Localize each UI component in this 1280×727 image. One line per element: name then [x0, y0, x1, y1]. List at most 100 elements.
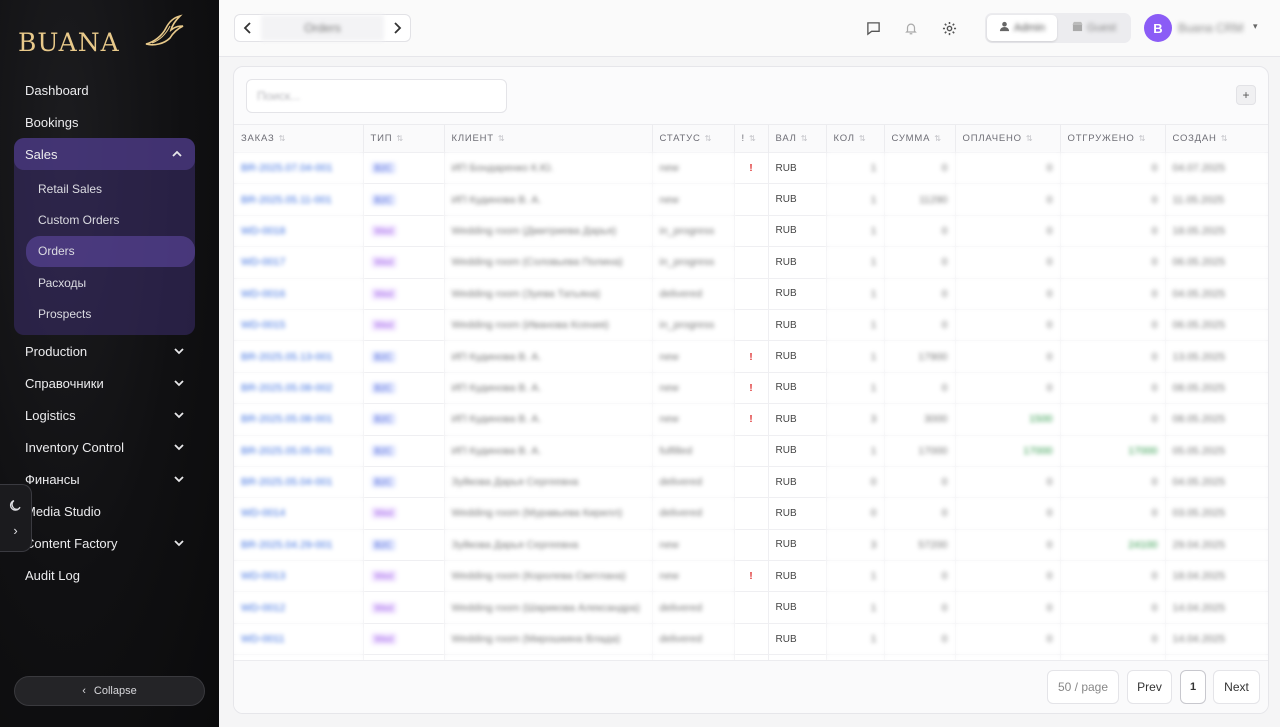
- add-order-button[interactable]: +: [1236, 85, 1256, 105]
- sidebar-subitem-orders[interactable]: Orders: [26, 235, 195, 267]
- table-row[interactable]: WD-0013 Wed Wedding room (Королева Светлан…: [234, 560, 1268, 592]
- shipped-cell: 0: [1060, 183, 1166, 216]
- table-row[interactable]: WD-0014 Wed Wedding room (Муравьева Кирилл…: [234, 497, 1268, 530]
- sidebar-item-media-studio[interactable]: Media Studio: [0, 495, 219, 527]
- table-row[interactable]: BR-2025.05.08-002 B2C ИП Кудинова В. А. new…: [234, 371, 1268, 404]
- bell-icon[interactable]: [902, 19, 920, 37]
- column-header[interactable]: ! ⇅: [734, 124, 769, 153]
- sidebar-item-финансы[interactable]: Финансы: [0, 463, 219, 495]
- order-link[interactable]: WD-0014: [234, 497, 364, 530]
- table-row[interactable]: WD-0016 Wed Wedding room (Зуева Татьяна) de…: [234, 277, 1268, 310]
- avatar[interactable]: B: [1144, 14, 1172, 42]
- currency-cell: RUB: [768, 277, 827, 310]
- sidebar-item-inventory-control[interactable]: Inventory Control: [0, 431, 219, 463]
- column-header-label: СУММА: [891, 133, 931, 144]
- type-badge: Wed: [370, 570, 397, 583]
- chevron-up-icon: [171, 148, 183, 160]
- table-row[interactable]: WD-0011 Wed Wedding room (Мирошкина Влада)…: [234, 622, 1268, 655]
- chat-icon[interactable]: [864, 19, 882, 37]
- table-row[interactable]: WD-0012 Wed Wedding room (Шарикова Алексан…: [234, 591, 1268, 624]
- column-header[interactable]: КОЛ ⇅: [826, 124, 885, 153]
- column-header[interactable]: ТИП ⇅: [363, 124, 445, 153]
- sidebar-subitem-custom-orders[interactable]: Custom Orders: [14, 204, 195, 235]
- sidebar-item-sales[interactable]: Sales: [14, 138, 195, 170]
- order-link[interactable]: BR-2025.05.13-001: [234, 340, 364, 373]
- table-row[interactable]: BR-2025.05.11-001 B2C ИП Кудинова В. А. new…: [234, 183, 1268, 216]
- sidebar-item-logistics[interactable]: Logistics: [0, 399, 219, 431]
- column-header[interactable]: КЛИЕНТ ⇅: [444, 124, 653, 153]
- current-tab-label[interactable]: Orders: [261, 15, 384, 41]
- page-number-button[interactable]: 1: [1180, 670, 1206, 704]
- prev-page-button[interactable]: Prev: [1127, 670, 1172, 704]
- column-header[interactable]: СТАТУС ⇅: [652, 124, 735, 153]
- user-name[interactable]: Buana CRM: [1178, 21, 1243, 35]
- order-link[interactable]: WD-0017: [234, 246, 364, 279]
- status-cell: delivered: [652, 622, 735, 655]
- next-page-button[interactable]: Next: [1213, 670, 1260, 704]
- column-header[interactable]: ЗАКАЗ ⇅: [234, 124, 364, 153]
- order-link[interactable]: WD-0013: [234, 560, 364, 592]
- forward-arrow-icon[interactable]: [384, 15, 410, 41]
- table-row[interactable]: BR-2025.07.04-001 B2C ИП Бондаренко К.Ю. ne…: [234, 151, 1268, 184]
- role-admin-toggle[interactable]: Admin: [987, 15, 1057, 41]
- order-link[interactable]: BR-2025.05.08-002: [234, 371, 364, 404]
- created-cell: 05.05.2025: [1165, 434, 1268, 467]
- status-cell: new: [652, 340, 735, 373]
- table-row[interactable]: WD-0017 Wed Wedding room (Соловьева Полина…: [234, 246, 1268, 279]
- sidebar-item-справочники[interactable]: Справочники: [0, 367, 219, 399]
- sidebar-item-content-factory[interactable]: Content Factory: [0, 527, 219, 559]
- sidebar-subitem-retail-sales[interactable]: Retail Sales: [14, 173, 195, 204]
- table-row[interactable]: BR-2025.05.04-001 B2C Зуйкова Дарья Сергее…: [234, 465, 1268, 498]
- order-link[interactable]: BR-2025.05.08-001: [234, 403, 364, 436]
- caret-down-icon[interactable]: ▾: [1253, 21, 1258, 32]
- order-link[interactable]: WD-0012: [234, 591, 364, 624]
- table-row[interactable]: BR-2025.05.05-001 B2C ИП Кудинова В. А. ful…: [234, 434, 1268, 467]
- sidebar-subitem-prospects[interactable]: Prospects: [14, 298, 195, 329]
- order-link[interactable]: BR-2025.07.04-001: [234, 151, 364, 184]
- per-page-select[interactable]: 50 / page: [1047, 670, 1119, 704]
- order-link[interactable]: BR-2025.05.11-001: [234, 183, 364, 216]
- column-header[interactable]: СОЗДАН ⇅: [1165, 124, 1268, 153]
- order-link[interactable]: BR-2025.05.04-001: [234, 465, 364, 498]
- role-guest-toggle[interactable]: Guest: [1059, 15, 1129, 41]
- paid-cell: 0: [955, 622, 1061, 655]
- orders-table-wrap[interactable]: ЗАКАЗ ⇅ ТИП ⇅ КЛИЕНТ ⇅ СТАТУС ⇅! ⇅ ВАЛ ⇅ КОЛ ⇅ СУММА ⇅…: [234, 124, 1268, 660]
- type-cell: Wed: [363, 308, 445, 341]
- table-body: BR-2025.07.04-001 B2C ИП Бондаренко К.Ю. ne…: [234, 151, 1268, 660]
- order-link[interactable]: WD-0015: [234, 308, 364, 341]
- chevron-down-icon: [173, 377, 185, 389]
- brand-logo[interactable]: BUANA: [18, 14, 188, 57]
- column-header[interactable]: СУММА ⇅: [884, 124, 956, 153]
- column-header[interactable]: ОПЛАЧЕНО ⇅: [955, 124, 1061, 153]
- search-input[interactable]: [246, 79, 507, 113]
- flag-cell: [734, 622, 769, 655]
- sidebar-subitem-расходы[interactable]: Расходы: [14, 267, 195, 298]
- paid-cell: 0: [955, 277, 1061, 310]
- table-row[interactable]: BR-2025.05.08-001 B2C ИП Кудинова В. А. new…: [234, 403, 1268, 436]
- chevron-right-icon[interactable]: ›: [13, 523, 17, 538]
- table-row[interactable]: WD-0018 Wed Wedding room (Дмитриева Дарья)…: [234, 214, 1268, 247]
- sidebar-item-dashboard[interactable]: Dashboard: [0, 74, 219, 106]
- sidebar-item-bookings[interactable]: Bookings: [0, 106, 219, 138]
- sum-cell: 0: [884, 246, 956, 279]
- order-link[interactable]: BR-2025.04.29-001: [234, 528, 364, 561]
- table-row[interactable]: BR-2025.04.29-001 B2C Зуйкова Дарья Сергее…: [234, 528, 1268, 561]
- paid-cell: 0: [955, 528, 1061, 561]
- order-link[interactable]: BR-2025.05.05-001: [234, 434, 364, 467]
- column-header-label: ОПЛАЧЕНО: [962, 133, 1022, 144]
- table-row[interactable]: WD-0015 Wed Wedding room (Иванова Ксения) i…: [234, 308, 1268, 341]
- back-arrow-icon[interactable]: [235, 15, 261, 41]
- collapse-button[interactable]: ‹ Collapse: [14, 676, 205, 706]
- column-header[interactable]: ОТГРУЖЕНО ⇅: [1060, 124, 1166, 153]
- sum-cell: 0: [884, 214, 956, 247]
- gear-icon[interactable]: [940, 19, 958, 37]
- moon-icon[interactable]: [9, 499, 22, 515]
- sidebar-item-production[interactable]: Production: [0, 335, 219, 367]
- order-link[interactable]: WD-0016: [234, 277, 364, 310]
- paid-cell: 0: [955, 497, 1061, 530]
- column-header[interactable]: ВАЛ ⇅: [768, 124, 827, 153]
- sidebar-item-audit-log[interactable]: Audit Log: [0, 559, 219, 591]
- order-link[interactable]: WD-0011: [234, 622, 364, 655]
- order-link[interactable]: WD-0018: [234, 214, 364, 247]
- table-row[interactable]: BR-2025.05.13-001 B2C ИП Кудинова В. А. new…: [234, 340, 1268, 373]
